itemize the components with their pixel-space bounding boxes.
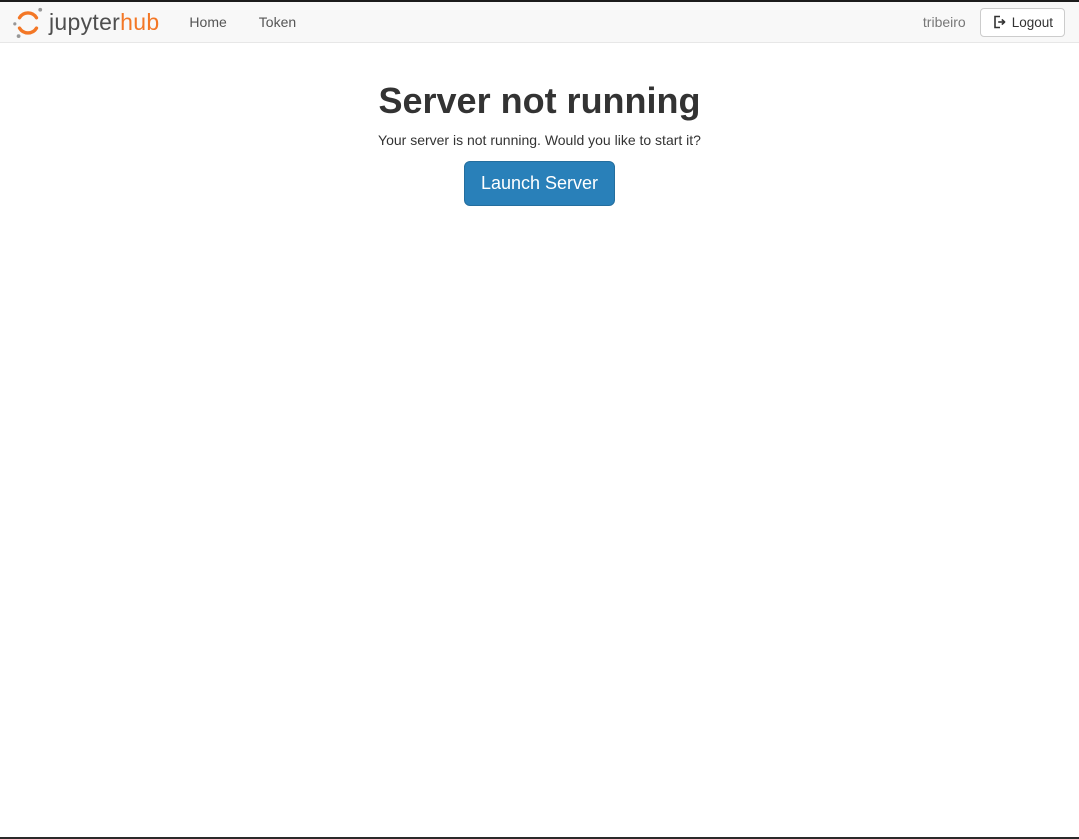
jupyterhub-brand-link[interactable]: jupyterhub	[12, 4, 159, 40]
nav-item-token[interactable]: Token	[243, 2, 312, 42]
logout-button[interactable]: Logout	[980, 8, 1065, 37]
brand-wordmark: jupyterhub	[49, 10, 159, 34]
navbar-left: jupyterhub Home Token	[12, 2, 312, 42]
server-status-message: Your server is not running. Would you li…	[0, 132, 1079, 148]
main-content: Server not running Your server is not ru…	[0, 43, 1079, 206]
jupyter-logo-icon	[12, 4, 44, 40]
nav-item-home[interactable]: Home	[173, 2, 242, 42]
launch-server-button[interactable]: Launch Server	[464, 161, 615, 206]
username-text: tribeiro	[923, 14, 966, 30]
sign-out-icon	[992, 15, 1006, 29]
navbar-right: tribeiro Logout	[923, 8, 1065, 37]
page-title: Server not running	[0, 80, 1079, 121]
logout-label: Logout	[1012, 15, 1053, 30]
top-navbar: jupyterhub Home Token tribeiro Logout	[0, 2, 1079, 43]
brand-text-hub: hub	[120, 9, 159, 35]
brand-text-jupyter: jupyter	[49, 9, 120, 35]
